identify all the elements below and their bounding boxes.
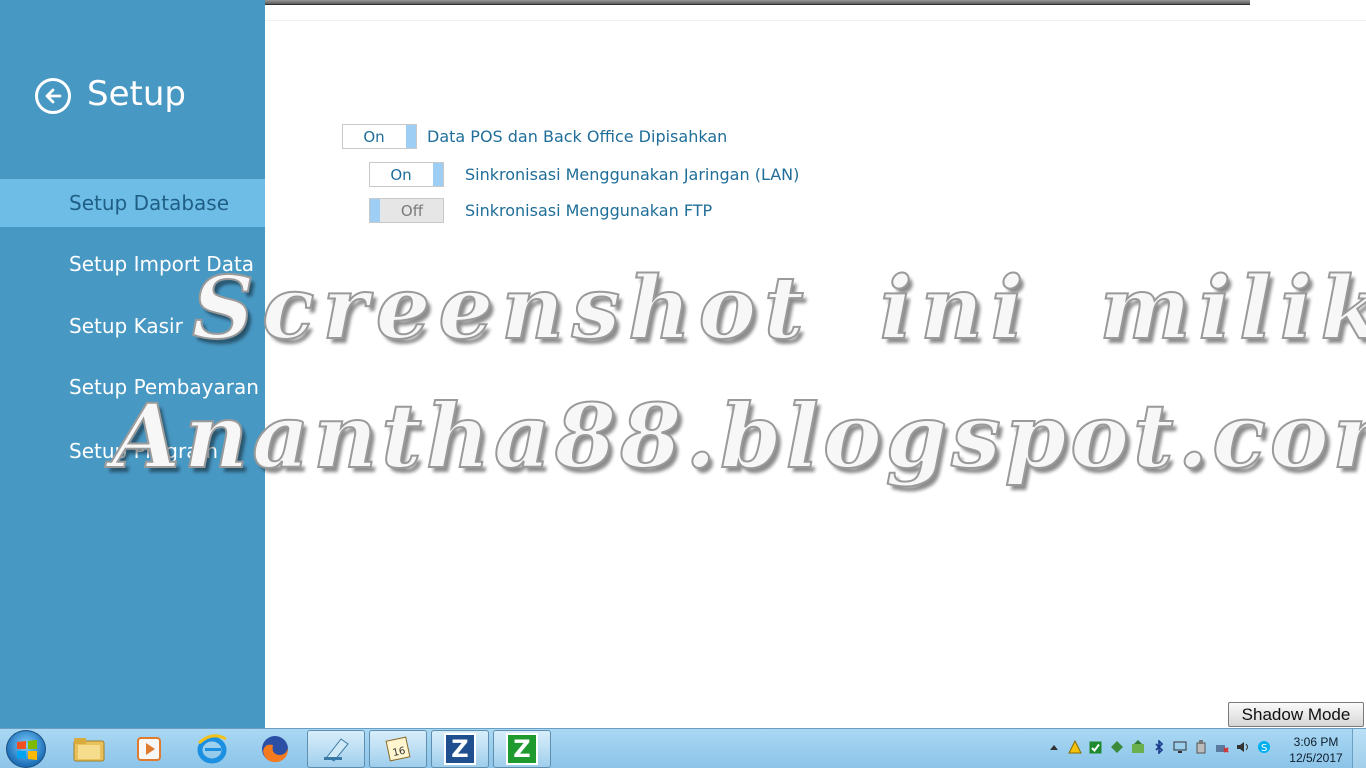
bluetooth-icon[interactable] (1151, 739, 1166, 755)
zahir-blue-icon: Z (444, 733, 476, 765)
setting-row-data-pos: On Data POS dan Back Office Dipisahkan (342, 124, 727, 149)
network-share-icon[interactable] (1109, 739, 1124, 755)
setting-label: Data POS dan Back Office Dipisahkan (427, 127, 728, 146)
toggle-state-label: Off (400, 202, 424, 220)
setting-row-lan-sync: On Sinkronisasi Menggunakan Jaringan (LA… (369, 162, 799, 187)
display-icon[interactable] (1172, 739, 1187, 755)
action-center-warning-icon[interactable] (1067, 739, 1082, 755)
clock-date: 12/5/2017 (1289, 751, 1343, 765)
shadow-mode-button[interactable]: Shadow Mode (1228, 702, 1364, 727)
show-desktop-button[interactable] (1352, 729, 1366, 768)
taskbar-clock[interactable]: 3:06 PM 12/5/2017 (1286, 734, 1346, 766)
folder-icon (73, 738, 105, 762)
arrow-left-icon (45, 88, 62, 104)
toggle-lan-sync[interactable]: On (369, 162, 444, 187)
usb-device-icon[interactable] (1193, 739, 1208, 755)
toggle-thumb (433, 163, 443, 186)
media-player-icon (137, 737, 161, 761)
clock-time: 3:06 PM (1293, 735, 1339, 749)
taskbar-internet-explorer[interactable] (183, 730, 241, 768)
system-tray: S (1046, 739, 1271, 755)
page-title: Setup (87, 74, 186, 114)
taskbar-zahir-green[interactable]: Z (493, 730, 551, 768)
taskbar-notepad-app[interactable] (307, 730, 365, 768)
sidebar: Setup Setup Database Setup Import Data S… (0, 0, 265, 728)
setting-label: Sinkronisasi Menggunakan Jaringan (LAN) (465, 165, 800, 184)
internet-explorer-icon (197, 734, 227, 764)
setting-row-ftp-sync: Off Sinkronisasi Menggunakan FTP (369, 198, 712, 223)
start-button[interactable] (6, 730, 46, 768)
taskbar-media-player[interactable] (120, 730, 178, 768)
windows-logo-icon (17, 740, 37, 760)
network-disconnected-icon[interactable] (1214, 739, 1229, 755)
toggle-thumb (406, 125, 416, 148)
toggle-thumb (370, 199, 380, 222)
sidebar-item-setup-database[interactable]: Setup Database (0, 179, 265, 227)
calendar-icon: 16 (385, 736, 411, 762)
taskbar-calendar-app[interactable]: 16 (369, 730, 427, 768)
security-check-icon[interactable] (1088, 739, 1103, 755)
volume-icon[interactable] (1235, 739, 1250, 755)
skype-icon[interactable]: S (1256, 739, 1271, 755)
back-button[interactable] (35, 78, 71, 114)
watermark-line-1: Screenshot ini milik (191, 257, 1366, 360)
taskbar-file-explorer[interactable] (60, 730, 118, 768)
update-icon[interactable] (1130, 739, 1145, 755)
toggle-state-label: On (363, 128, 385, 146)
show-hidden-icons-icon[interactable] (1046, 739, 1061, 755)
window-title-strip (118, 0, 1250, 5)
taskbar: 16 Z Z S 3:06 PM 12/5/2017 (0, 728, 1366, 768)
top-divider (265, 20, 1366, 21)
setting-label: Sinkronisasi Menggunakan FTP (465, 201, 713, 220)
firefox-icon (262, 736, 288, 763)
taskbar-firefox[interactable] (246, 730, 304, 768)
toggle-ftp-sync[interactable]: Off (369, 198, 444, 223)
watermark-line-2: Anantha88.blogspot.com (111, 383, 1366, 489)
toggle-data-pos-separated[interactable]: On (342, 124, 417, 149)
zahir-green-icon: Z (506, 733, 538, 765)
toggle-state-label: On (390, 166, 412, 184)
notepad-icon (324, 738, 349, 762)
taskbar-zahir-blue[interactable]: Z (431, 730, 489, 768)
svg-text:S: S (1261, 743, 1267, 754)
